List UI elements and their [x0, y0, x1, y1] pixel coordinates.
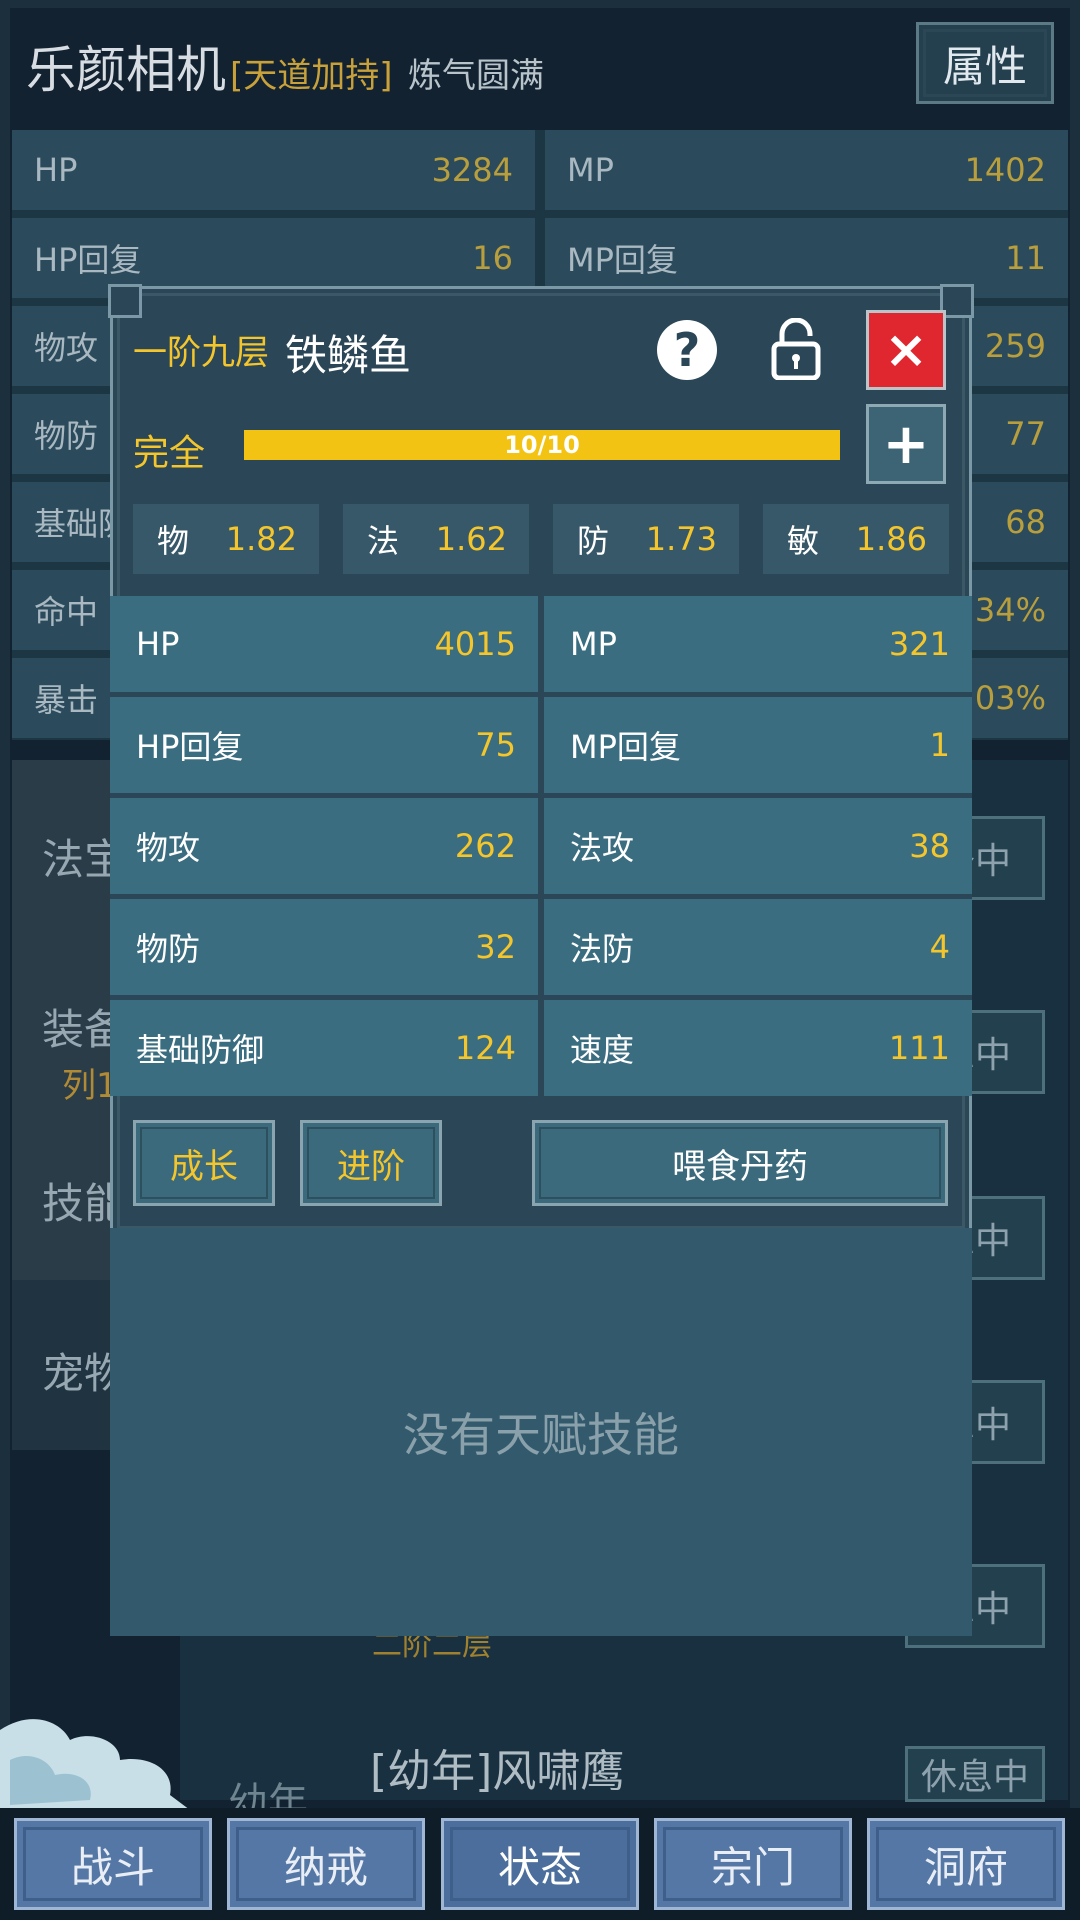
- dialog-corner: [108, 284, 142, 318]
- feed-pill-button[interactable]: 喂食丹药: [532, 1120, 948, 1206]
- grow-button[interactable]: 成长: [133, 1120, 275, 1206]
- nav-battle[interactable]: 战斗: [14, 1818, 212, 1910]
- stat-phys-def: 物防 32: [110, 899, 538, 995]
- growth-agility: 敏 1.86: [763, 504, 949, 574]
- stat-speed: 速度 111: [544, 1000, 972, 1096]
- stat-mp-regen: MP回复 1: [544, 697, 972, 793]
- help-icon[interactable]: ?: [657, 320, 717, 380]
- character-realm: 炼气圆满: [408, 56, 544, 96]
- pet-status-button[interactable]: 休息中: [905, 1746, 1045, 1802]
- progress-bar: 10/10: [244, 430, 840, 460]
- bg-stat-hp: HP 3284: [12, 130, 535, 210]
- pet-entry-name: [幼年]风啸鹰: [370, 1746, 625, 1797]
- advance-button[interactable]: 进阶: [300, 1120, 442, 1206]
- growth-phys: 物 1.82: [133, 504, 319, 574]
- add-button[interactable]: +: [866, 404, 946, 484]
- no-talent-text: 没有天赋技能: [403, 1408, 679, 1462]
- nav-status[interactable]: 状态: [441, 1818, 639, 1910]
- growth-defense: 防 1.73: [553, 504, 739, 574]
- stat-hp: HP 4015: [110, 596, 538, 692]
- growth-magic: 法 1.62: [343, 504, 529, 574]
- pet-name: 铁鳞鱼: [285, 331, 412, 380]
- pet-rank: 一阶九层: [133, 333, 269, 373]
- plus-icon: +: [882, 411, 930, 477]
- bg-stat-mp: MP 1402: [545, 130, 1068, 210]
- character-name: 乐颜相机: [26, 41, 226, 99]
- help-glyph: ?: [673, 323, 701, 377]
- stat-phys-atk: 物攻 262: [110, 798, 538, 894]
- progress-text: 10/10: [504, 431, 580, 459]
- nav-ring[interactable]: 纳戒: [227, 1818, 425, 1910]
- character-tag: [天道加持]: [230, 56, 393, 96]
- cloud-decoration: [0, 1719, 190, 1820]
- pet-stats-panel: HP 4015 MP 321 HP回复 75 MP回复 1 物攻 262 法攻 38 物防 3…: [110, 596, 972, 1096]
- unlock-icon[interactable]: [770, 318, 822, 380]
- nav-cave[interactable]: 洞府: [867, 1818, 1065, 1910]
- close-icon: ×: [884, 320, 928, 380]
- stat-base-def: 基础防御 124: [110, 1000, 538, 1096]
- close-button[interactable]: ×: [866, 310, 946, 390]
- stat-mp: MP 321: [544, 596, 972, 692]
- stat-hp-regen: HP回复 75: [110, 697, 538, 793]
- stat-magic-def: 法防 4: [544, 899, 972, 995]
- attributes-button[interactable]: 属性: [916, 22, 1054, 104]
- stat-magic-atk: 法攻 38: [544, 798, 972, 894]
- progress-label: 完全: [133, 433, 206, 474]
- nav-sect[interactable]: 宗门: [654, 1818, 852, 1910]
- talent-skills-area: 没有天赋技能: [110, 1228, 972, 1636]
